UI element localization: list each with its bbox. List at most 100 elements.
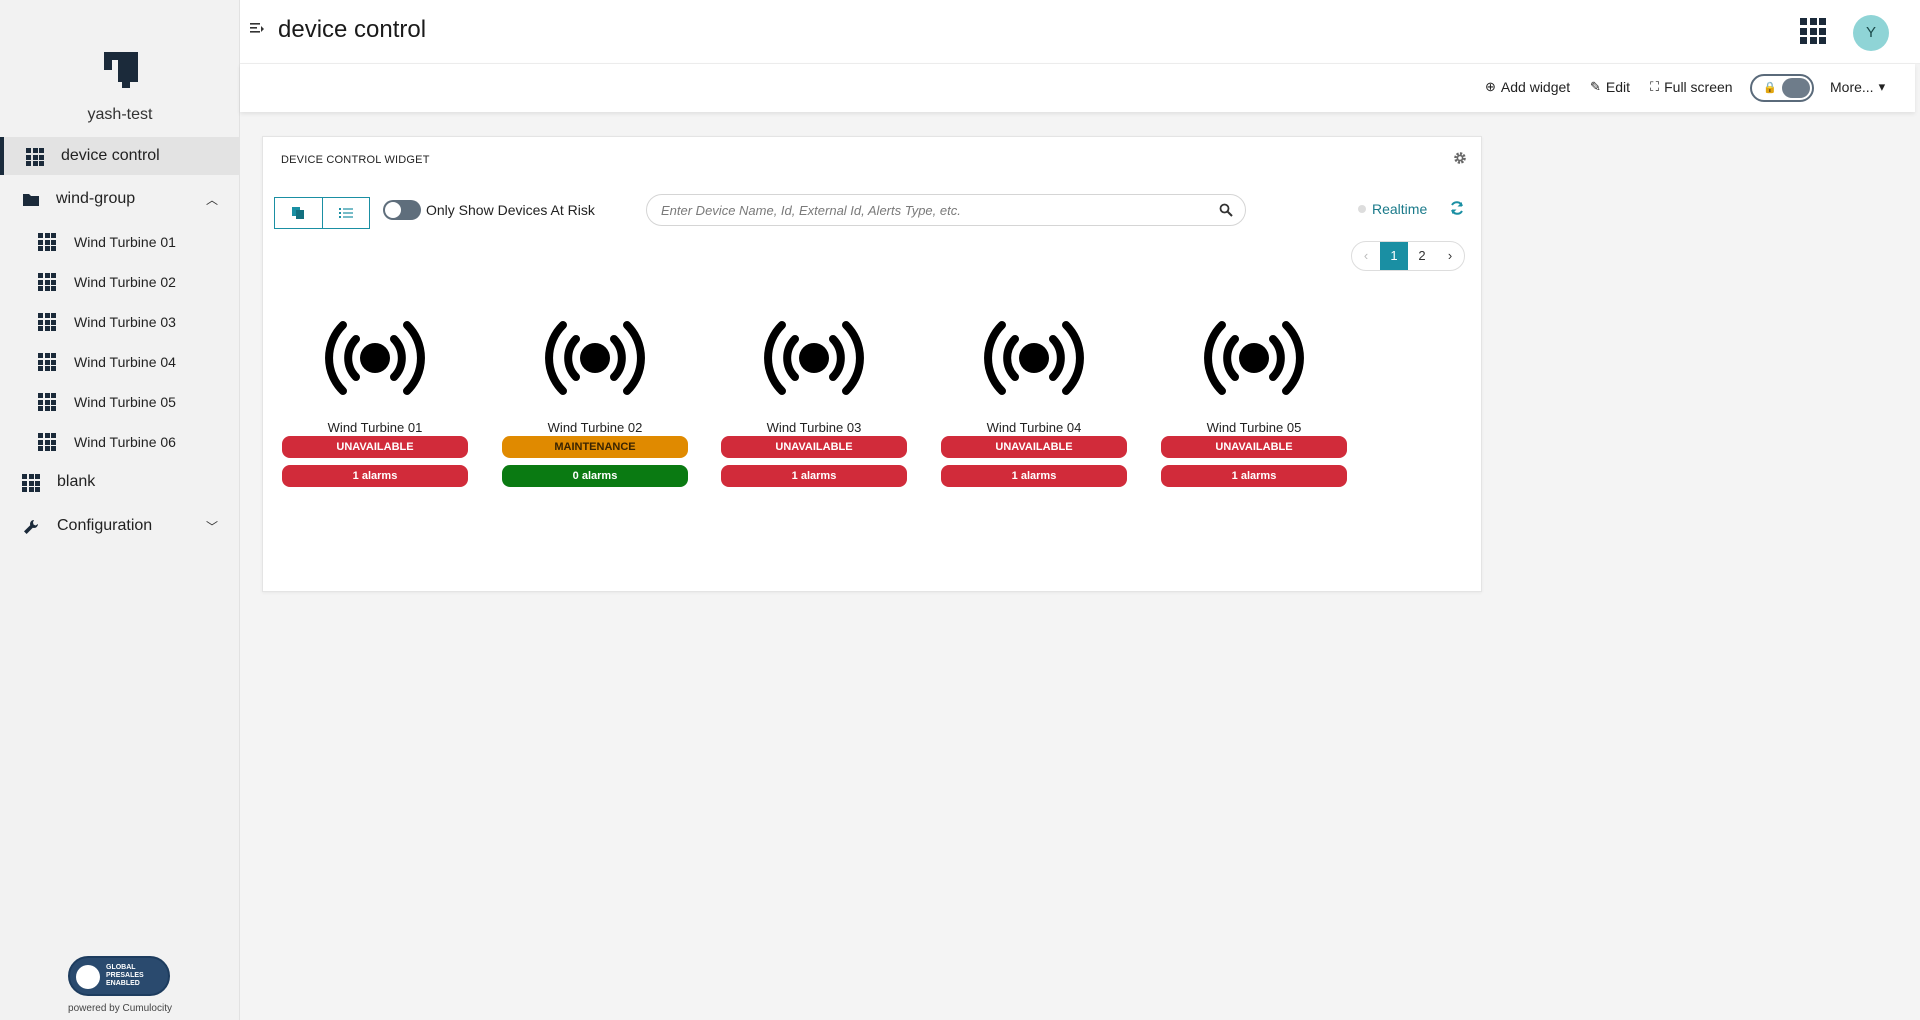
menu-collapse-icon[interactable] <box>250 22 264 36</box>
expand-icon: ⛶ <box>1650 79 1660 94</box>
sidebar-subitem-label: Wind Turbine 02 <box>74 274 176 290</box>
realtime-toggle[interactable]: Realtime <box>1358 201 1427 217</box>
add-widget-button[interactable]: ⊕ Add widget <box>1485 79 1570 95</box>
status-badge: UNAVAILABLE <box>941 436 1127 458</box>
sidebar-subitem-wind-turbine-05[interactable]: Wind Turbine 05 <box>0 383 240 421</box>
sidebar-subitem-label: Wind Turbine 04 <box>74 354 176 370</box>
presales-badge: GLOBAL PRESALES ENABLED <box>68 956 170 996</box>
view-mode-toggle <box>274 197 370 229</box>
sidebar-item-configuration[interactable]: Configuration ﹀ <box>0 507 240 545</box>
alarm-count-badge[interactable]: 1 alarms <box>1161 465 1347 487</box>
status-badge: UNAVAILABLE <box>282 436 468 458</box>
list-icon <box>338 208 353 218</box>
sidebar: yash-test device control wind-group ︿ Wi… <box>0 0 240 1020</box>
sidebar-subitem-wind-turbine-02[interactable]: Wind Turbine 02 <box>0 263 240 301</box>
device-name: Wind Turbine 03 <box>766 420 862 435</box>
sidebar-subitem-wind-turbine-06[interactable]: Wind Turbine 06 <box>0 423 240 461</box>
pencil-icon: ✎ <box>1590 79 1601 94</box>
alarm-count-badge[interactable]: 0 alarms <box>502 465 688 487</box>
grid-icon <box>22 474 40 492</box>
realtime-label: Realtime <box>1372 201 1428 217</box>
device-name: Wind Turbine 01 <box>327 420 423 435</box>
status-badge: MAINTENANCE <box>502 436 688 458</box>
refresh-icon[interactable] <box>1449 200 1465 216</box>
edit-label: Edit <box>1605 79 1631 95</box>
grid-icon <box>38 393 56 411</box>
sidebar-item-label: Configuration <box>57 517 153 534</box>
chevron-up-icon[interactable]: ︿ <box>206 191 218 208</box>
device-control-widget: DEVICE CONTROL WIDGET Only Show Devices … <box>262 136 1482 592</box>
device-name: Wind Turbine 02 <box>547 420 643 435</box>
devices-at-risk-toggle[interactable] <box>383 200 421 220</box>
list-view-button[interactable] <box>321 198 369 228</box>
badge-text: GLOBAL PRESALES ENABLED <box>106 964 144 987</box>
page-button[interactable]: 1 <box>1380 242 1408 270</box>
more-menu-button[interactable]: More... ▾ <box>1830 79 1885 95</box>
plus-circle-icon: ⊕ <box>1485 79 1496 94</box>
broadcast-icon <box>764 321 864 395</box>
sidebar-subitem-label: Wind Turbine 01 <box>74 234 176 250</box>
broadcast-icon <box>984 321 1084 395</box>
status-badge: UNAVAILABLE <box>1161 436 1347 458</box>
full-screen-button[interactable]: ⛶ Full screen <box>1650 79 1733 95</box>
sidebar-subitem-wind-turbine-03[interactable]: Wind Turbine 03 <box>0 303 240 341</box>
sidebar-subitem-label: Wind Turbine 03 <box>74 314 176 330</box>
gear-icon[interactable] <box>1453 151 1467 165</box>
broadcast-icon <box>545 321 645 395</box>
grid-icon <box>38 273 56 291</box>
broadcast-icon <box>1204 321 1304 395</box>
tenant-logo-icon <box>104 52 138 88</box>
folder-icon <box>23 194 39 206</box>
add-widget-label: Add widget <box>1500 79 1571 95</box>
chevron-down-icon[interactable]: ﹀ <box>206 518 218 535</box>
broadcast-icon <box>325 321 425 395</box>
wrench-icon <box>24 520 38 534</box>
sidebar-subitem-wind-turbine-04[interactable]: Wind Turbine 04 <box>0 343 240 381</box>
alarm-count-badge[interactable]: 1 alarms <box>282 465 468 487</box>
more-label: More... <box>1830 79 1874 95</box>
lock-dashboard-toggle[interactable]: 🔒 <box>1750 74 1814 102</box>
sidebar-subitem-label: Wind Turbine 05 <box>74 394 176 410</box>
app-switcher-icon[interactable] <box>1800 18 1826 44</box>
tile-view-button[interactable] <box>275 198 322 228</box>
top-header: device control Y <box>240 0 1920 64</box>
sidebar-subitem-wind-turbine-01[interactable]: Wind Turbine 01 <box>0 223 240 261</box>
sidebar-item-device-control[interactable]: device control <box>0 137 240 175</box>
powered-by: powered by Cumulocity <box>68 1003 172 1014</box>
search-icon[interactable] <box>1219 203 1233 217</box>
sidebar-item-label: wind-group <box>56 190 136 207</box>
grid-icon <box>26 148 44 166</box>
full-screen-label: Full screen <box>1664 79 1733 95</box>
device-search-input[interactable] <box>661 201 1201 219</box>
page-title: device control <box>278 16 427 43</box>
prev-page-button[interactable]: ‹ <box>1352 242 1380 270</box>
edit-button[interactable]: ✎ Edit <box>1590 79 1630 95</box>
device-search <box>646 194 1246 226</box>
grid-icon <box>38 233 56 251</box>
caret-down-icon: ▾ <box>1878 79 1886 94</box>
next-page-button[interactable]: › <box>1436 242 1464 270</box>
realtime-indicator-icon <box>1358 205 1366 213</box>
sidebar-item-label: blank <box>57 473 96 490</box>
grid-icon <box>38 353 56 371</box>
grid-icon <box>38 433 56 451</box>
grid-icon <box>38 313 56 331</box>
sidebar-subitem-label: Wind Turbine 06 <box>74 434 176 450</box>
badge-gear-icon <box>76 965 100 989</box>
toggle-track <box>1782 78 1810 98</box>
devices-at-risk-label: Only Show Devices At Risk <box>426 202 595 218</box>
user-avatar[interactable]: Y <box>1853 15 1889 51</box>
tiles-icon <box>292 207 305 219</box>
device-name: Wind Turbine 04 <box>986 420 1082 435</box>
alarm-count-badge[interactable]: 1 alarms <box>941 465 1127 487</box>
pagination: ‹ 1 2 › <box>1351 241 1465 271</box>
widget-title: DEVICE CONTROL WIDGET <box>281 154 430 166</box>
page-button[interactable]: 2 <box>1408 242 1436 270</box>
sidebar-item-blank[interactable]: blank <box>0 463 240 501</box>
sidebar-item-label: device control <box>61 147 160 164</box>
alarm-count-badge[interactable]: 1 alarms <box>721 465 907 487</box>
tenant-name: yash-test <box>87 106 153 123</box>
device-name: Wind Turbine 05 <box>1206 420 1302 435</box>
status-badge: UNAVAILABLE <box>721 436 907 458</box>
sidebar-item-wind-group[interactable]: wind-group ︿ <box>0 180 240 218</box>
